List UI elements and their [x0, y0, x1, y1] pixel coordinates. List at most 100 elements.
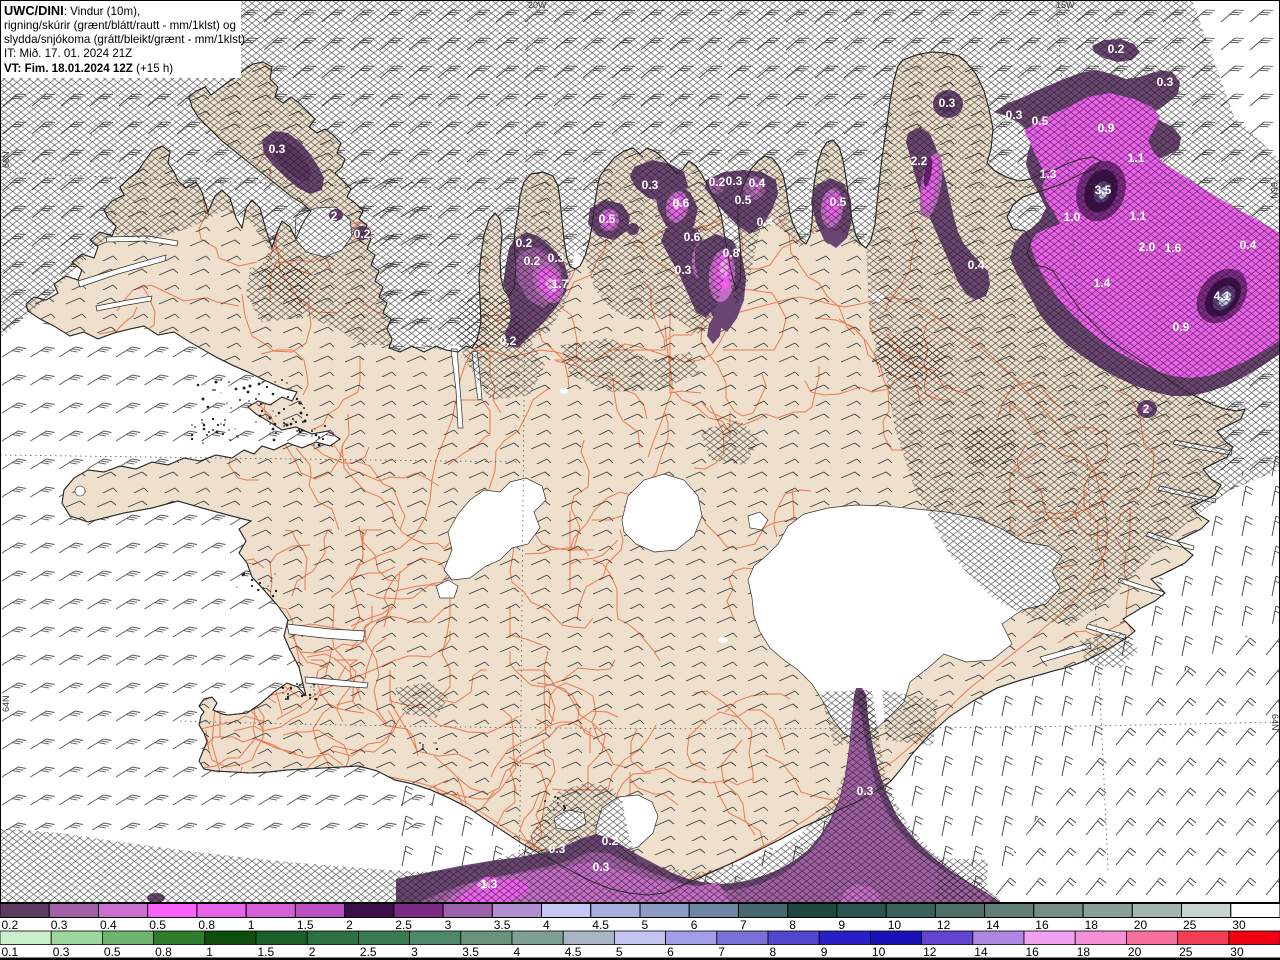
- svg-text:0.2: 0.2: [500, 334, 517, 348]
- svg-text:3: 3: [411, 945, 418, 959]
- svg-text:0.2: 0.2: [1108, 42, 1125, 56]
- svg-text:12: 12: [937, 918, 951, 932]
- svg-text:1.3: 1.3: [481, 877, 498, 891]
- svg-text:25: 25: [1179, 945, 1193, 959]
- svg-text:16: 16: [1035, 918, 1049, 932]
- svg-text:2.0: 2.0: [1139, 240, 1156, 254]
- svg-text:0.9: 0.9: [1098, 121, 1115, 135]
- svg-text:7: 7: [718, 945, 725, 959]
- svg-text:14: 14: [974, 945, 988, 959]
- svg-text:0.2: 0.2: [2, 918, 19, 932]
- svg-text:0.2: 0.2: [354, 227, 371, 241]
- svg-text:2.2: 2.2: [911, 154, 928, 168]
- svg-text:1.3: 1.3: [1040, 167, 1057, 181]
- svg-text:1: 1: [248, 918, 255, 932]
- svg-text:0.8: 0.8: [155, 945, 172, 959]
- svg-text:VT: Fim. 18.01.2024 12Z (+15 h: VT: Fim. 18.01.2024 12Z (+15 h): [4, 62, 173, 75]
- svg-text:0.5: 0.5: [149, 918, 166, 932]
- svg-text:5: 5: [642, 918, 649, 932]
- svg-text:0.5: 0.5: [830, 195, 847, 209]
- svg-text:0.3: 0.3: [53, 945, 70, 959]
- svg-text:0.5: 0.5: [599, 212, 616, 226]
- svg-text:0.6: 0.6: [684, 230, 701, 244]
- svg-text:IT: Mið. 17. 01. 2024 21Z: IT: Mið. 17. 01. 2024 21Z: [4, 47, 132, 60]
- svg-text:1.5: 1.5: [258, 945, 275, 959]
- svg-text:0.3: 0.3: [857, 784, 874, 798]
- svg-text:3.5: 3.5: [494, 918, 511, 932]
- svg-text:1.4: 1.4: [1094, 276, 1111, 290]
- svg-text:0.2: 0.2: [516, 236, 533, 250]
- svg-text:66N: 66N: [1269, 182, 1279, 199]
- svg-text:0.2: 0.2: [602, 834, 619, 848]
- svg-text:2.5: 2.5: [395, 918, 412, 932]
- svg-text:12: 12: [923, 945, 937, 959]
- svg-text:1.0: 1.0: [1064, 210, 1081, 224]
- svg-text:0.4: 0.4: [749, 176, 766, 190]
- svg-text:9: 9: [821, 945, 828, 959]
- svg-text:0.5: 0.5: [735, 193, 752, 207]
- svg-text:30: 30: [1232, 918, 1246, 932]
- svg-text:0.3: 0.3: [548, 251, 565, 265]
- svg-text:0.2: 0.2: [709, 175, 726, 189]
- svg-text:0.2: 0.2: [524, 254, 541, 268]
- svg-text:slydda/snjókoma (grátt/bleikt/: slydda/snjókoma (grátt/bleikt/grænt - mm…: [4, 33, 245, 46]
- svg-text:1.1: 1.1: [1128, 151, 1145, 165]
- svg-text:18: 18: [1077, 945, 1091, 959]
- svg-text:0.3: 0.3: [726, 174, 743, 188]
- svg-text:1.6: 1.6: [1165, 241, 1182, 255]
- svg-text:1.5: 1.5: [297, 918, 314, 932]
- svg-text:0.6: 0.6: [673, 196, 690, 210]
- svg-text:1.7: 1.7: [552, 277, 569, 291]
- svg-text:4: 4: [514, 945, 521, 959]
- svg-text:0.5: 0.5: [1032, 114, 1049, 128]
- svg-text:10: 10: [872, 945, 886, 959]
- svg-text:8: 8: [789, 918, 796, 932]
- svg-text:18: 18: [1085, 918, 1099, 932]
- svg-text:3.5: 3.5: [462, 945, 479, 959]
- svg-text:6: 6: [667, 945, 674, 959]
- svg-text:4: 4: [543, 918, 550, 932]
- svg-text:0.3: 0.3: [1157, 75, 1174, 89]
- svg-text:15W: 15W: [1056, 0, 1075, 10]
- svg-text:0.3: 0.3: [549, 842, 566, 856]
- svg-text:0.3: 0.3: [593, 860, 610, 874]
- svg-text:0.4: 0.4: [968, 258, 985, 272]
- svg-text:10: 10: [888, 918, 902, 932]
- svg-text:30: 30: [1230, 945, 1244, 959]
- svg-text:6: 6: [691, 918, 698, 932]
- svg-text:0.3: 0.3: [51, 918, 68, 932]
- svg-text:20W: 20W: [528, 0, 547, 10]
- svg-text:20: 20: [1134, 918, 1148, 932]
- svg-text:0.3: 0.3: [1006, 108, 1023, 122]
- svg-text:3.5: 3.5: [1095, 183, 1112, 197]
- svg-text:0.3: 0.3: [269, 142, 286, 156]
- svg-text:16: 16: [1026, 945, 1040, 959]
- svg-text:0.3: 0.3: [675, 263, 692, 277]
- svg-text:4.5: 4.5: [565, 945, 582, 959]
- svg-text:66N: 66N: [1, 151, 11, 168]
- svg-text:2: 2: [331, 209, 338, 223]
- svg-text:4.1: 4.1: [1214, 289, 1231, 303]
- svg-text:1.1: 1.1: [1130, 209, 1147, 223]
- svg-text:7: 7: [740, 918, 747, 932]
- svg-text:25: 25: [1183, 918, 1197, 932]
- svg-text:5: 5: [616, 945, 623, 959]
- svg-text:0.4: 0.4: [100, 918, 117, 932]
- svg-text:0.8: 0.8: [198, 918, 215, 932]
- svg-text:0.1: 0.1: [2, 945, 19, 959]
- svg-text:0.3: 0.3: [642, 178, 659, 192]
- svg-text:0.5: 0.5: [104, 945, 121, 959]
- svg-text:64N: 64N: [1270, 714, 1280, 731]
- svg-text:64N: 64N: [1, 695, 11, 712]
- svg-text:2: 2: [309, 945, 316, 959]
- svg-text:20: 20: [1128, 945, 1142, 959]
- svg-text:rigning/skúrir (grænt/blátt/ra: rigning/skúrir (grænt/blátt/rautt - mm/1…: [4, 19, 236, 32]
- svg-text:0.4: 0.4: [757, 215, 774, 229]
- svg-text:14: 14: [986, 918, 1000, 932]
- svg-text:UWC/DINI: Vindur (10m),: UWC/DINI: Vindur (10m),: [4, 3, 140, 18]
- svg-text:8: 8: [770, 945, 777, 959]
- svg-text:0.4: 0.4: [1240, 238, 1257, 252]
- svg-text:0.3: 0.3: [939, 96, 956, 110]
- svg-text:2: 2: [346, 918, 353, 932]
- svg-text:0.8: 0.8: [723, 246, 740, 260]
